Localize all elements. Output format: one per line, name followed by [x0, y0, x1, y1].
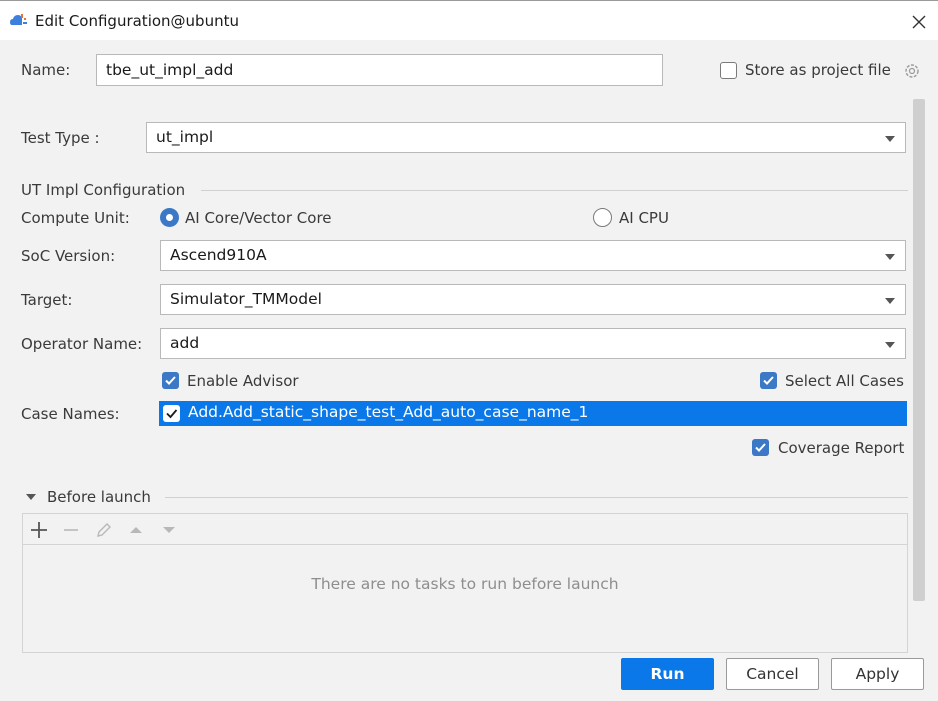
add-icon[interactable] [29, 520, 49, 540]
radio-ai-cpu-label: AI CPU [619, 209, 669, 227]
chevron-down-icon [885, 254, 895, 260]
remove-icon[interactable] [61, 520, 81, 540]
test-type-dropdown[interactable]: ut_impl [146, 122, 906, 153]
soc-version-label: SoC Version: [21, 247, 116, 265]
select-all-cases-checkbox[interactable] [760, 372, 777, 389]
apply-button[interactable]: Apply [831, 658, 924, 690]
compute-unit-label: Compute Unit: [21, 209, 130, 227]
vertical-scrollbar[interactable] [913, 99, 925, 601]
window-title: Edit Configuration@ubuntu [35, 12, 239, 30]
test-type-value: ut_impl [156, 128, 214, 146]
chevron-down-icon [885, 342, 895, 348]
store-as-project-file-label: Store as project file [745, 61, 891, 79]
coverage-report-checkbox[interactable] [752, 439, 769, 456]
case-names-label: Case Names: [21, 405, 120, 423]
app-icon [10, 14, 27, 25]
empty-tasks-message: There are no tasks to run before launch [311, 575, 619, 593]
radio-ai-core-label: AI Core/Vector Core [185, 209, 332, 227]
section-divider [201, 190, 908, 191]
target-value: Simulator_TMModel [170, 290, 322, 308]
target-dropdown[interactable]: Simulator_TMModel [160, 284, 906, 315]
before-launch-divider [165, 497, 908, 498]
radio-ai-core[interactable] [160, 208, 179, 227]
test-type-label: Test Type : [21, 129, 100, 147]
before-launch-toolbar [23, 514, 907, 545]
chevron-down-icon [885, 298, 895, 304]
select-all-cases-label: Select All Cases [785, 372, 904, 390]
soc-version-dropdown[interactable]: Ascend910A [160, 240, 906, 271]
chevron-down-icon [885, 136, 895, 142]
gear-icon[interactable] [903, 62, 921, 80]
run-button[interactable]: Run [621, 658, 714, 690]
edit-icon[interactable] [94, 520, 114, 540]
before-launch-panel: There are no tasks to run before launch [22, 513, 908, 653]
close-icon[interactable] [908, 11, 930, 33]
name-input[interactable]: tbe_ut_impl_add [96, 54, 663, 86]
radio-ai-cpu[interactable] [593, 208, 612, 227]
before-launch-title: Before launch [47, 488, 151, 506]
move-down-icon[interactable] [159, 520, 179, 540]
soc-version-value: Ascend910A [170, 246, 267, 264]
ut-impl-section-title: UT Impl Configuration [21, 181, 186, 199]
operator-name-label: Operator Name: [21, 335, 143, 353]
case-name-text: Add.Add_static_shape_test_Add_auto_case_… [188, 403, 589, 421]
case-list-item[interactable]: Add.Add_static_shape_test_Add_auto_case_… [159, 401, 907, 426]
cancel-button[interactable]: Cancel [726, 658, 819, 690]
name-label: Name: [21, 61, 71, 79]
collapse-triangle-icon[interactable] [25, 492, 37, 502]
coverage-report-label: Coverage Report [778, 439, 905, 457]
title-bar: Edit Configuration@ubuntu [0, 0, 938, 40]
enable-advisor-label: Enable Advisor [187, 372, 299, 390]
case-checkbox[interactable] [163, 405, 180, 422]
enable-advisor-checkbox[interactable] [162, 372, 179, 389]
operator-name-dropdown[interactable]: add [160, 328, 906, 359]
store-as-project-file-checkbox[interactable] [720, 62, 737, 79]
move-up-icon[interactable] [126, 520, 146, 540]
target-label: Target: [21, 291, 73, 309]
operator-name-value: add [170, 334, 200, 352]
